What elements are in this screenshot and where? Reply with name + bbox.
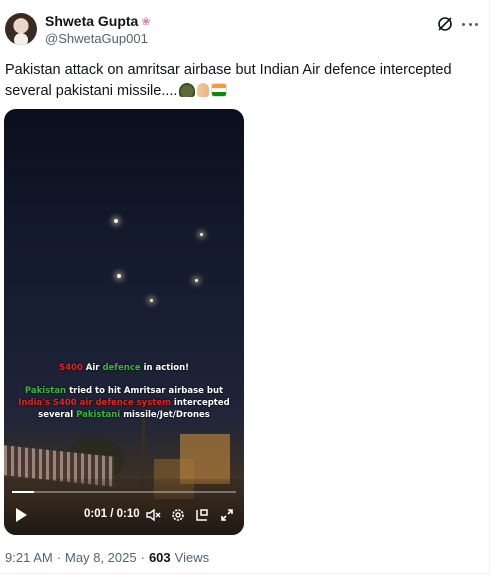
settings-gear-icon[interactable] — [170, 507, 186, 523]
divider — [0, 573, 490, 574]
author-name-row: Shweta Gupta ❀ — [45, 13, 151, 29]
more-options-icon[interactable] — [459, 15, 481, 33]
tweet-body: Pakistan attack on amritsar airbase but … — [5, 62, 452, 99]
video-caption-line-3: India's S400 air defence system intercep… — [18, 398, 230, 408]
lotus-icon: ❀ — [141, 15, 151, 28]
picture-in-picture-icon[interactable] — [194, 507, 210, 523]
tweet-time[interactable]: 9:21 AM — [5, 550, 53, 565]
video-progress-bar[interactable] — [12, 491, 236, 493]
views-label: Views — [174, 550, 210, 565]
tweet-date[interactable]: May 8, 2025 — [65, 550, 137, 565]
video-caption-line-2: Pakistan tried to hit Amritsar airbase b… — [24, 386, 224, 396]
tweet-card: Shweta Gupta ❀ @ShwetaGup001 Pakistan at… — [0, 0, 490, 575]
video-controls: 0:01 / 0:10 — [4, 503, 244, 527]
video-progress-fill — [12, 491, 35, 493]
tweet-text: Pakistan attack on amritsar airbase but … — [5, 60, 475, 102]
mute-icon[interactable] — [145, 507, 161, 523]
tweet-meta: 9:21 AM · May 8, 2025 · 603 Views — [5, 550, 209, 565]
sky-light — [195, 279, 198, 282]
india-flag-icon — [211, 83, 228, 97]
author-display-name[interactable]: Shweta Gupta — [45, 13, 138, 29]
video-caption-block: Pakistan tried to hit Amritsar airbase b… — [4, 385, 244, 421]
meta-separator: · — [140, 550, 145, 565]
video-player[interactable]: S400 Air defence in action! Pakistan tri… — [4, 109, 244, 535]
video-caption-line-1: S400 Air defence in action! — [58, 363, 190, 373]
military-helmet-icon — [179, 83, 196, 97]
video-caption-line-4: several Pakistani missile/Jet/Drones — [38, 410, 210, 420]
fullscreen-icon[interactable] — [219, 507, 235, 523]
building — [180, 434, 230, 484]
meta-separator: · — [56, 550, 62, 565]
grok-icon[interactable] — [436, 15, 454, 33]
sky-light — [117, 274, 121, 278]
views-count: 603 — [148, 550, 171, 565]
sky-light — [114, 219, 118, 223]
play-icon[interactable] — [16, 508, 27, 522]
author-handle[interactable]: @ShwetaGup001 — [45, 31, 148, 46]
sky-light — [150, 299, 153, 302]
tweet-emojis — [179, 83, 228, 97]
avatar[interactable] — [5, 13, 37, 45]
video-time: 0:01 / 0:10 — [84, 508, 140, 520]
sky-light — [200, 233, 203, 236]
folded-hands-icon — [197, 83, 210, 97]
